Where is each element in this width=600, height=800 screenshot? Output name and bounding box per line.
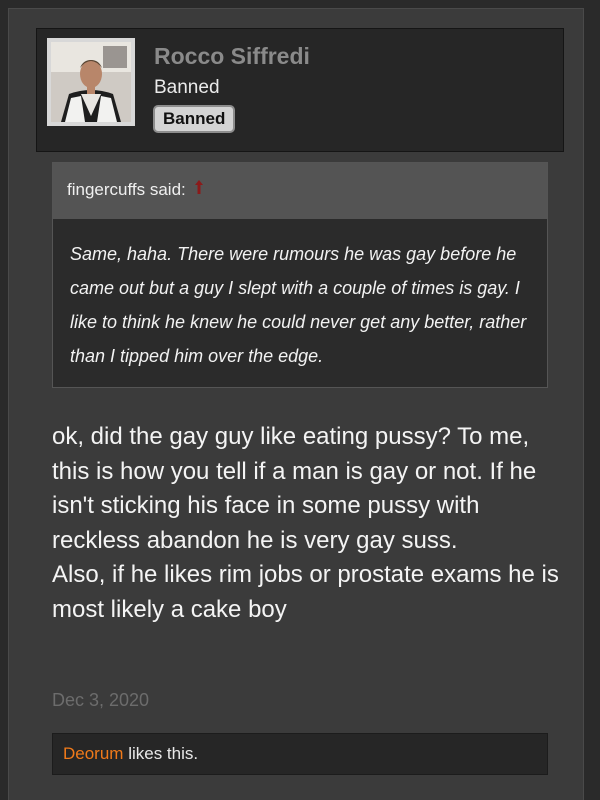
likes-bar: Deorum likes this. <box>52 733 548 775</box>
likes-suffix: likes this. <box>128 744 199 763</box>
post-date[interactable]: Dec 3, 2020 <box>52 690 149 711</box>
username[interactable]: Rocco Siffredi <box>154 43 310 70</box>
user-card: Rocco Siffredi Banned Banned <box>36 28 564 152</box>
user-title: Banned <box>154 77 220 98</box>
quote-block: fingercuffs said: Same, haha. There were… <box>52 162 548 388</box>
message-paragraph: ok, did the gay guy like eating pussy? T… <box>52 423 537 554</box>
liker-link[interactable]: Deorum <box>63 744 123 763</box>
quote-header: fingercuffs said: <box>53 163 547 219</box>
quote-text: Same, haha. There were rumours he was ga… <box>70 244 527 366</box>
quote-author: fingercuffs said: <box>67 180 186 199</box>
message-body: ok, did the gay guy like eating pussy? T… <box>52 420 572 627</box>
avatar-photo <box>51 42 131 122</box>
up-arrow-icon[interactable] <box>194 162 203 216</box>
message-paragraph: Also, if he likes rim jobs or prostate e… <box>52 561 559 623</box>
user-banner: Banned <box>153 105 236 133</box>
avatar[interactable] <box>47 38 135 126</box>
